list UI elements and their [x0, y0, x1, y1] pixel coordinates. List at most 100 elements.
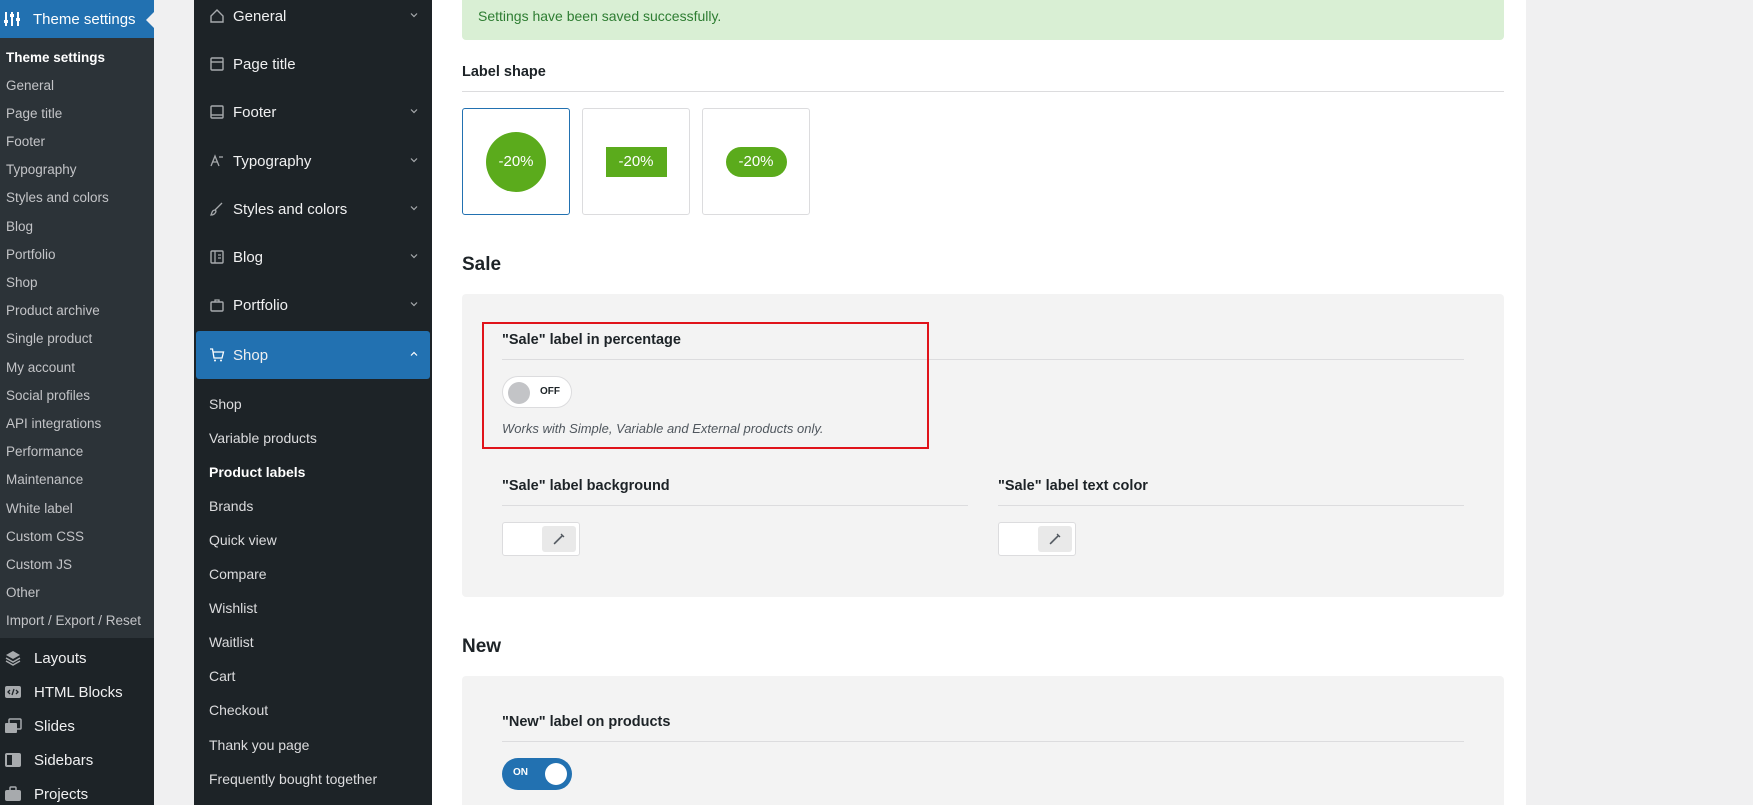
divider — [998, 505, 1464, 506]
label-shape-title: Label shape — [462, 64, 546, 80]
nav-item-label: Portfolio — [233, 296, 289, 314]
shape-option-rectangle[interactable]: -20% — [582, 108, 690, 215]
shop-subitem[interactable]: Brands — [209, 498, 253, 514]
footer-icon — [210, 105, 224, 119]
chevron-down-icon — [410, 206, 418, 211]
sale-label-preview: -20% — [725, 146, 787, 177]
wp-submenu-item[interactable]: Typography — [6, 162, 77, 177]
sale-bg-color-picker[interactable] — [502, 522, 580, 556]
nav-item-label: Page title — [233, 55, 296, 73]
wp-submenu-item[interactable]: Single product — [6, 331, 92, 346]
chevron-up-icon — [410, 351, 418, 356]
wp-submenu-item[interactable]: Theme settings — [6, 50, 105, 65]
shop-subitem[interactable]: Compare — [209, 566, 267, 582]
wp-menu-sidebars[interactable]: Sidebars — [0, 743, 154, 777]
wp-submenu-item[interactable]: My account — [6, 360, 75, 375]
nav-item-typography[interactable]: Typography — [196, 139, 430, 183]
home-icon — [210, 9, 224, 23]
shop-subitem[interactable]: Wishlist — [209, 600, 257, 616]
new-panel: "New" label on products ON — [462, 676, 1504, 805]
wp-menu-label: Slides — [34, 717, 75, 735]
shop-subitem[interactable]: Shop — [209, 396, 242, 412]
nav-item-shop[interactable]: Shop — [196, 331, 430, 379]
wp-submenu-item[interactable]: Performance — [6, 444, 83, 459]
nav-item-label: Blog — [233, 248, 264, 266]
chevron-down-icon — [410, 254, 418, 259]
nav-item-blog[interactable]: Blog — [196, 235, 430, 279]
sliders-icon — [4, 12, 20, 26]
wp-menu-theme-settings[interactable]: Theme settings — [0, 0, 154, 38]
sidebar-icon — [5, 753, 21, 767]
new-heading: New — [462, 636, 502, 657]
divider — [502, 741, 1464, 742]
theme-settings-nav: General Page title Footer Typography Sty… — [194, 0, 432, 805]
chevron-down-icon — [410, 158, 418, 163]
brush-icon — [209, 202, 223, 216]
briefcase-icon — [5, 786, 21, 801]
shop-subitem[interactable]: Waitlist — [209, 634, 254, 650]
html-block-icon — [5, 686, 21, 698]
sale-text-color-label: "Sale" label text color — [998, 478, 1148, 494]
shop-subitem[interactable]: Thank you page — [209, 737, 309, 753]
wp-menu-slides[interactable]: Slides — [0, 709, 154, 743]
nav-item-label: Footer — [233, 103, 277, 121]
wp-submenu-item[interactable]: API integrations — [6, 416, 101, 431]
cart-icon — [210, 348, 225, 362]
eyedropper-icon — [553, 533, 565, 545]
color-picker-button[interactable] — [1038, 526, 1072, 552]
shop-subitem-current[interactable]: Product labels — [209, 464, 305, 480]
toggle-knob — [545, 763, 567, 785]
sale-label-preview: -20% — [486, 131, 546, 192]
sale-text-color-picker[interactable] — [998, 522, 1076, 556]
wp-submenu-item[interactable]: Custom CSS — [6, 529, 84, 544]
content-gutter — [154, 0, 174, 805]
divider — [462, 91, 1504, 92]
layers-icon — [5, 651, 21, 666]
wp-submenu-item[interactable]: Page title — [6, 106, 62, 121]
color-picker-button[interactable] — [542, 526, 576, 552]
shop-subitem[interactable]: Cart — [209, 668, 235, 684]
wp-submenu-item[interactable]: Blog — [6, 219, 33, 234]
right-gutter — [1526, 0, 1753, 805]
wp-submenu: Theme settings General Page title Footer… — [0, 38, 154, 638]
typography-icon — [210, 154, 223, 167]
wp-submenu-item[interactable]: Other — [6, 585, 40, 600]
wp-menu-label: Sidebars — [34, 751, 94, 769]
wp-submenu-item[interactable]: Portfolio — [6, 247, 56, 262]
wp-submenu-item[interactable]: Shop — [6, 275, 38, 290]
shop-subitem[interactable]: Checkout — [209, 702, 268, 718]
success-notice: Settings have been saved successfully. — [462, 0, 1504, 40]
shop-subitem[interactable]: Variable products — [209, 430, 317, 446]
divider — [502, 505, 968, 506]
briefcase-icon — [210, 299, 224, 312]
wp-submenu-item[interactable]: Product archive — [6, 303, 100, 318]
wp-menu-label: Projects — [34, 785, 89, 803]
wp-submenu-item[interactable]: White label — [6, 501, 73, 516]
wp-submenu-item[interactable]: Footer — [6, 134, 45, 149]
active-caret-icon — [146, 12, 154, 28]
nav-item-label: General — [233, 7, 287, 25]
shape-option-circle[interactable]: -20% — [462, 108, 570, 215]
wp-menu-html-blocks[interactable]: HTML Blocks — [0, 675, 154, 709]
sale-label-preview: -20% — [605, 146, 667, 177]
chevron-down-icon — [410, 302, 418, 307]
nav-item-portfolio[interactable]: Portfolio — [196, 283, 430, 327]
shop-subitem[interactable]: Frequently bought together — [209, 771, 377, 787]
new-label-toggle[interactable]: ON — [502, 758, 572, 790]
wp-menu-projects[interactable]: Projects — [0, 777, 154, 805]
wp-submenu-item[interactable]: Styles and colors — [6, 190, 109, 205]
wp-menu-layouts[interactable]: Layouts — [0, 641, 154, 675]
wp-submenu-item[interactable]: Import / Export / Reset — [6, 613, 141, 628]
wp-submenu-item[interactable]: Maintenance — [6, 472, 83, 487]
sale-heading: Sale — [462, 254, 502, 275]
shape-option-rounded[interactable]: -20% — [702, 108, 810, 215]
wp-submenu-item[interactable]: Custom JS — [6, 557, 72, 572]
nav-item-styles-colors[interactable]: Styles and colors — [196, 187, 430, 231]
nav-item-page-title[interactable]: Page title — [196, 42, 430, 86]
nav-item-general[interactable]: General — [196, 0, 430, 38]
nav-item-footer[interactable]: Footer — [196, 90, 430, 134]
chevron-down-icon — [410, 13, 418, 18]
wp-submenu-item[interactable]: Social profiles — [6, 388, 90, 403]
shop-subitem[interactable]: Quick view — [209, 532, 277, 548]
wp-submenu-item[interactable]: General — [6, 78, 54, 93]
